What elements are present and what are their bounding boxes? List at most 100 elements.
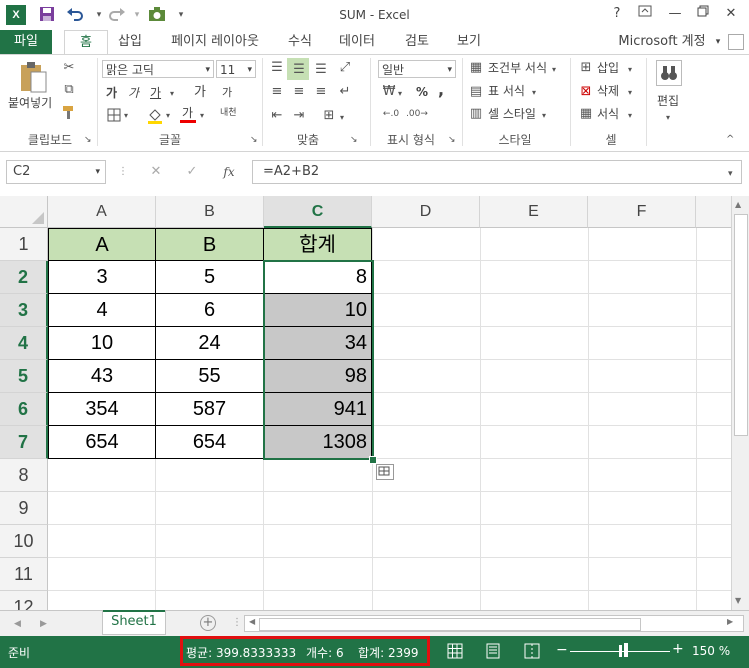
zoom-in-icon[interactable]: + xyxy=(672,641,684,657)
merge-dropdown-icon[interactable]: ▾ xyxy=(340,110,344,126)
next-sheet-icon[interactable]: ▶ xyxy=(40,616,47,632)
enter-icon[interactable]: ✓ xyxy=(184,164,200,180)
table-cell[interactable]: 55 xyxy=(156,360,264,393)
underline-button[interactable]: 가 xyxy=(150,84,161,102)
table-cell[interactable]: 5 xyxy=(156,261,264,294)
insert-cells-button[interactable]: 삽입 xyxy=(597,59,619,77)
binoculars-icon[interactable] xyxy=(656,60,682,86)
row-header-1[interactable]: 1 xyxy=(0,228,48,261)
name-box[interactable]: C2 ▾ xyxy=(6,160,106,184)
scroll-up-icon[interactable]: ▲ xyxy=(735,200,741,209)
format-dropdown-icon[interactable]: ▾ xyxy=(628,108,632,124)
delete-cells-button[interactable]: 삭제 xyxy=(597,82,619,100)
delete-cells-icon[interactable]: ⊠ xyxy=(578,84,594,100)
orientation-icon[interactable]: ⤢ xyxy=(336,60,354,76)
row-header-7[interactable]: 7 xyxy=(0,426,48,459)
column-header-d[interactable]: D xyxy=(372,196,480,228)
grow-font-button[interactable]: 가 xyxy=(194,84,206,102)
zoom-slider-thumb[interactable] xyxy=(624,643,628,657)
column-header-e[interactable]: E xyxy=(480,196,588,228)
row-header-5[interactable]: 5 xyxy=(0,360,48,393)
bold-button[interactable]: 가 xyxy=(106,84,117,102)
avatar[interactable] xyxy=(728,34,744,50)
horizontal-scrollbar[interactable]: ◀ ▶ xyxy=(244,615,744,632)
table-cell[interactable]: 654 xyxy=(156,426,264,459)
sheet-tab-sheet1[interactable]: Sheet1 xyxy=(102,610,166,635)
row-header-9[interactable]: 9 xyxy=(0,492,48,525)
decrease-indent-icon[interactable]: ⇤ xyxy=(268,108,286,124)
format-cells-button[interactable]: 서식 xyxy=(597,105,619,123)
table-cell[interactable]: 354 xyxy=(48,393,156,426)
table-cell[interactable]: 654 xyxy=(48,426,156,459)
status-average[interactable]: 평균: 399.8333333 xyxy=(186,644,296,661)
table-cell-active[interactable]: 8 xyxy=(264,261,372,294)
editing-button[interactable]: 편집 xyxy=(657,92,679,110)
fill-color-icon[interactable] xyxy=(146,106,164,129)
table-cell[interactable]: 587 xyxy=(156,393,264,426)
align-bottom-icon[interactable]: ☰ xyxy=(312,62,330,78)
conditional-formatting-icon[interactable]: ▦ xyxy=(468,60,484,76)
insert-function-button[interactable]: fx xyxy=(220,164,238,180)
table-cell[interactable]: 43 xyxy=(48,360,156,393)
table-header-cell[interactable]: B xyxy=(156,228,264,261)
page-layout-view-icon[interactable] xyxy=(485,643,501,662)
worksheet-grid[interactable]: A B C D E F 1 2 3 4 5 6 7 8 9 10 11 12 A… xyxy=(0,196,731,610)
status-count[interactable]: 개수: 6 xyxy=(306,644,344,661)
tab-page-layout[interactable]: 페이지 레이아웃 xyxy=(160,30,270,54)
table-cell[interactable]: 6 xyxy=(156,294,264,327)
minimize-icon[interactable]: — xyxy=(664,4,686,24)
collapse-ribbon-icon[interactable]: ^ xyxy=(726,132,734,148)
row-header-12[interactable]: 12 xyxy=(0,591,48,610)
formula-input[interactable]: =A2+B2 xyxy=(252,160,742,184)
format-as-table-icon[interactable]: ▤ xyxy=(468,84,484,100)
quick-analysis-icon[interactable] xyxy=(376,464,394,480)
scroll-left-icon[interactable]: ◀ xyxy=(249,617,255,626)
table-cell-selected[interactable]: 1308 xyxy=(264,426,372,459)
insert-dropdown-icon[interactable]: ▾ xyxy=(628,62,632,78)
conditional-dropdown-icon[interactable]: ▾ xyxy=(552,62,556,78)
align-right-icon[interactable]: ≡ xyxy=(312,84,330,100)
align-top-icon[interactable]: ☰ xyxy=(268,60,286,76)
table-cell[interactable]: 4 xyxy=(48,294,156,327)
currency-dropdown-icon[interactable]: ▾ xyxy=(398,86,402,102)
conditional-formatting-button[interactable]: 조건부 서식 xyxy=(488,59,547,77)
increase-indent-icon[interactable]: ⇥ xyxy=(290,108,308,124)
align-left-icon[interactable]: ≡ xyxy=(268,84,286,100)
font-color-dropdown-icon[interactable]: ▾ xyxy=(200,108,204,124)
borders-dropdown-icon[interactable]: ▾ xyxy=(124,108,128,124)
account-dropdown-icon[interactable]: ▾ xyxy=(712,30,724,54)
account-name[interactable]: Microsoft 계정 xyxy=(610,30,714,54)
ribbon-display-options-icon[interactable] xyxy=(634,4,656,24)
column-header-g[interactable] xyxy=(696,196,731,228)
tab-data[interactable]: 데이터 xyxy=(332,30,382,54)
tab-splitter[interactable]: ⋮ xyxy=(232,614,242,632)
percent-button[interactable]: % xyxy=(416,83,428,101)
alignment-launcher-icon[interactable]: ↘ xyxy=(350,132,358,148)
fill-handle[interactable] xyxy=(369,456,377,464)
column-header-c[interactable]: C xyxy=(264,196,372,228)
zoom-out-icon[interactable]: − xyxy=(556,642,568,658)
hscroll-thumb[interactable] xyxy=(259,618,641,631)
format-cells-icon[interactable]: ▦ xyxy=(578,106,594,122)
row-header-6[interactable]: 6 xyxy=(0,393,48,426)
page-break-view-icon[interactable] xyxy=(524,643,540,662)
align-center-icon[interactable]: ≡ xyxy=(290,84,308,100)
restore-icon[interactable] xyxy=(692,4,714,24)
paste-button[interactable]: 붙여넣기 xyxy=(8,94,52,112)
row-header-11[interactable]: 11 xyxy=(0,558,48,591)
row-header-4[interactable]: 4 xyxy=(0,327,48,360)
table-dropdown-icon[interactable]: ▾ xyxy=(532,85,536,101)
help-button[interactable]: ? xyxy=(606,4,628,24)
table-cell[interactable]: 3 xyxy=(48,261,156,294)
insert-cells-icon[interactable]: ⊞ xyxy=(578,60,594,76)
comma-button[interactable]: , xyxy=(438,81,444,99)
wrap-text-icon[interactable]: ↵ xyxy=(336,84,354,100)
merge-center-icon[interactable]: ⊞ xyxy=(320,108,338,124)
select-all-button[interactable] xyxy=(0,196,48,228)
fill-color-dropdown-icon[interactable]: ▾ xyxy=(166,108,170,124)
delete-dropdown-icon[interactable]: ▾ xyxy=(628,85,632,101)
cut-icon[interactable]: ✂ xyxy=(60,60,78,76)
currency-icon[interactable]: ₩ xyxy=(380,84,398,100)
row-header-3[interactable]: 3 xyxy=(0,294,48,327)
cell-styles-button[interactable]: 셀 스타일 xyxy=(488,105,536,123)
